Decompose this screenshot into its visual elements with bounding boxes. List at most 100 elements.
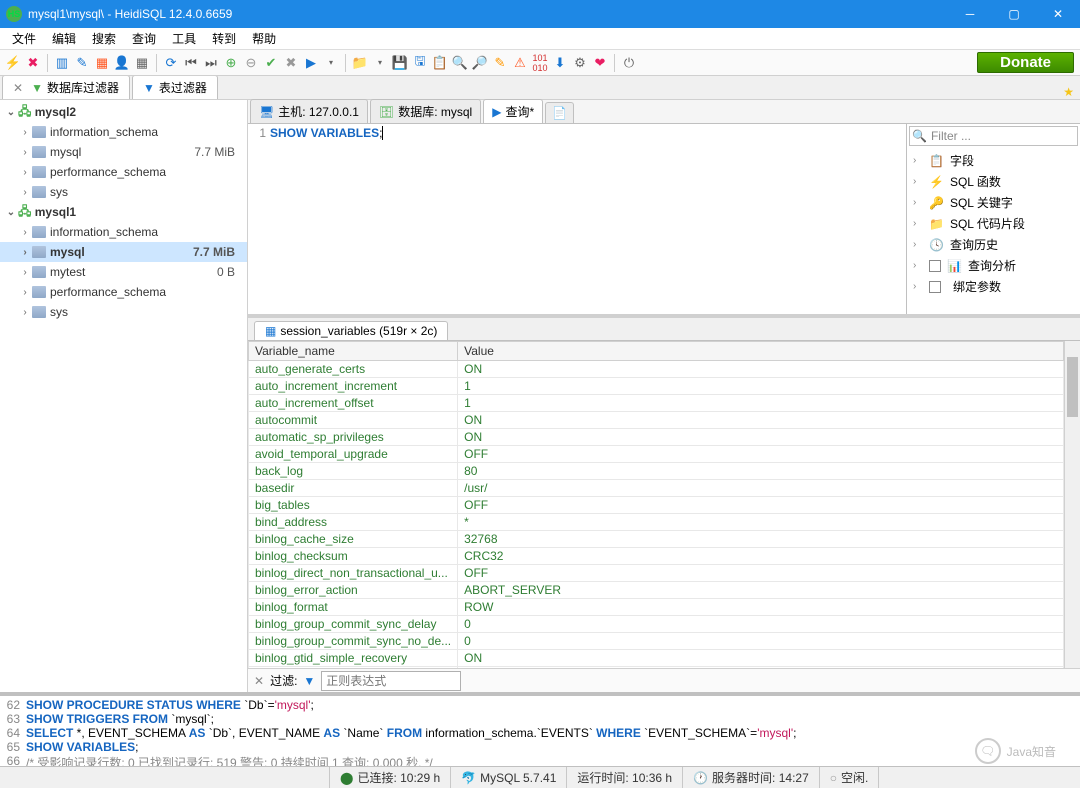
query-tab[interactable]: ▶查询* [483, 99, 543, 123]
table-row[interactable]: auto_generate_certsON [249, 361, 1064, 378]
menu-tools[interactable]: 工具 [164, 28, 204, 49]
tool-exit-icon[interactable]: ⏻ [620, 54, 638, 72]
tool-add-icon[interactable]: ⊕ [222, 54, 240, 72]
table-row[interactable]: binlog_group_commit_sync_delay0 [249, 616, 1064, 633]
result-tab[interactable]: ▦session_variables (519r × 2c) [254, 321, 448, 340]
checkbox[interactable] [929, 260, 941, 272]
tool-save-icon[interactable]: 💾 [391, 54, 409, 72]
helper-item[interactable]: ›🔑SQL 关键字 [909, 192, 1078, 213]
table-row[interactable]: big_tablesOFF [249, 497, 1064, 514]
tool-connect-icon[interactable]: ⚡ [4, 54, 22, 72]
tool-binary-icon[interactable]: 101010 [531, 54, 549, 72]
tool-new-icon[interactable]: ▥ [53, 54, 71, 72]
tool-sql-icon[interactable]: ▦ [93, 54, 111, 72]
close-button[interactable]: ✕ [1036, 0, 1080, 28]
donate-button[interactable]: Donate [977, 52, 1074, 73]
host-tab[interactable]: 🖥主机: 127.0.0.1 [250, 99, 368, 123]
tree-db-sys[interactable]: ›sys [0, 182, 247, 202]
close-icon[interactable]: ✕ [13, 81, 23, 95]
menu-file[interactable]: 文件 [4, 28, 44, 49]
db-tree[interactable]: ⌄🖧 mysql2 ›information_schema›mysql7.7 M… [0, 100, 248, 692]
tool-run-dd-icon[interactable]: ▾ [322, 54, 340, 72]
server-mysql1[interactable]: ⌄🖧 mysql1 [0, 202, 247, 222]
tool-replace-icon[interactable]: 🔎 [471, 54, 489, 72]
table-row[interactable]: auto_increment_offset1 [249, 395, 1064, 412]
col-variable-name[interactable]: Variable_name [249, 342, 458, 361]
table-filter-tab[interactable]: ▼表过滤器 [132, 75, 218, 99]
table-row[interactable]: automatic_sp_privilegesON [249, 429, 1064, 446]
close-icon[interactable]: ✕ [254, 674, 264, 688]
table-row[interactable]: binlog_formatROW [249, 599, 1064, 616]
helper-item[interactable]: ›⚡SQL 函数 [909, 171, 1078, 192]
helper-item[interactable]: ›绑定参数 [909, 276, 1078, 297]
menu-query[interactable]: 查询 [124, 28, 164, 49]
tool-ok-icon[interactable]: ✔ [262, 54, 280, 72]
col-value[interactable]: Value [458, 342, 1064, 361]
tool-run-icon[interactable]: ▶ [302, 54, 320, 72]
table-row[interactable]: basedir/usr/ [249, 480, 1064, 497]
menu-edit[interactable]: 编辑 [44, 28, 84, 49]
table-row[interactable]: back_log80 [249, 463, 1064, 480]
tool-edit-icon[interactable]: ✎ [73, 54, 91, 72]
maximize-button[interactable]: ▢ [992, 0, 1036, 28]
tool-export-icon[interactable]: ⬇ [551, 54, 569, 72]
table-row[interactable]: binlog_gtid_simple_recoveryON [249, 650, 1064, 667]
table-row[interactable]: binlog_group_commit_sync_no_de...0 [249, 633, 1064, 650]
table-row[interactable]: autocommitON [249, 412, 1064, 429]
tool-warn-icon[interactable]: ⚠ [511, 54, 529, 72]
tree-db-mytest[interactable]: ›mytest0 B [0, 262, 247, 282]
tree-db-performance_schema[interactable]: ›performance_schema [0, 162, 247, 182]
new-query-tab[interactable]: 📄 [545, 102, 574, 123]
tool-copy-icon[interactable]: 📋 [431, 54, 449, 72]
checkbox[interactable] [929, 281, 941, 293]
favorite-icon[interactable]: ★ [1057, 85, 1080, 99]
tool-remove-icon[interactable]: ⊖ [242, 54, 260, 72]
tool-settings-icon[interactable]: ⚙ [571, 54, 589, 72]
tool-user-icon[interactable]: 👤 [113, 54, 131, 72]
result-grid[interactable]: Variable_nameValue auto_generate_certsON… [248, 341, 1064, 668]
tool-donate2-icon[interactable]: ❤ [591, 54, 609, 72]
scrollbar[interactable] [1064, 341, 1080, 668]
tool-last-icon[interactable]: ⏭ [202, 54, 220, 72]
helper-item[interactable]: ›📊查询分析 [909, 255, 1078, 276]
tool-open-dd-icon[interactable]: ▾ [371, 54, 389, 72]
sql-log[interactable]: 62SHOW PROCEDURE STATUS WHERE `Db`='mysq… [0, 692, 1080, 766]
tool-first-icon[interactable]: ⏮ [182, 54, 200, 72]
database-tab[interactable]: 🗄数据库: mysql [370, 99, 481, 123]
server-mysql2[interactable]: ⌄🖧 mysql2 [0, 102, 247, 122]
helper-item[interactable]: ›🕓查询历史 [909, 234, 1078, 255]
tool-refresh-icon[interactable]: ⟳ [162, 54, 180, 72]
table-row[interactable]: binlog_error_actionABORT_SERVER [249, 582, 1064, 599]
tool-saveas-icon[interactable]: 🖫 [411, 54, 429, 72]
minimize-button[interactable]: ─ [948, 0, 992, 28]
db-filter-tab[interactable]: ✕▼数据库过滤器 [2, 75, 130, 99]
menu-goto[interactable]: 转到 [204, 28, 244, 49]
tree-db-information_schema[interactable]: ›information_schema [0, 222, 247, 242]
tree-db-performance_schema[interactable]: ›performance_schema [0, 282, 247, 302]
table-row[interactable]: avoid_temporal_upgradeOFF [249, 446, 1064, 463]
tool-disconnect-icon[interactable]: ✖ [24, 54, 42, 72]
clock-icon: 🕐 [693, 771, 708, 785]
tool-open-icon[interactable]: 📁 [351, 54, 369, 72]
tool-find-icon[interactable]: 🔍 [451, 54, 469, 72]
table-row[interactable]: binlog_checksumCRC32 [249, 548, 1064, 565]
menu-help[interactable]: 帮助 [244, 28, 284, 49]
tool-format-icon[interactable]: ✎ [491, 54, 509, 72]
table-row[interactable]: binlog_direct_non_transactional_u...OFF [249, 565, 1064, 582]
tool-lock-icon[interactable]: ▦ [133, 54, 151, 72]
table-row[interactable]: bind_address* [249, 514, 1064, 531]
scroll-thumb[interactable] [1067, 357, 1078, 417]
table-row[interactable]: binlog_cache_size32768 [249, 531, 1064, 548]
tree-db-mysql[interactable]: ›mysql7.7 MiB [0, 142, 247, 162]
helper-item[interactable]: ›📋字段 [909, 150, 1078, 171]
regex-filter-input[interactable] [321, 671, 461, 691]
tree-db-mysql[interactable]: ›mysql7.7 MiB [0, 242, 247, 262]
tool-cancel-icon[interactable]: ✖ [282, 54, 300, 72]
sql-editor[interactable]: 1 SHOW VARIABLES; [248, 124, 906, 314]
tree-db-information_schema[interactable]: ›information_schema [0, 122, 247, 142]
helper-item[interactable]: ›📁SQL 代码片段 [909, 213, 1078, 234]
table-row[interactable]: auto_increment_increment1 [249, 378, 1064, 395]
helper-filter-input[interactable]: 🔍Filter ... [909, 126, 1078, 146]
menu-search[interactable]: 搜索 [84, 28, 124, 49]
tree-db-sys[interactable]: ›sys [0, 302, 247, 322]
